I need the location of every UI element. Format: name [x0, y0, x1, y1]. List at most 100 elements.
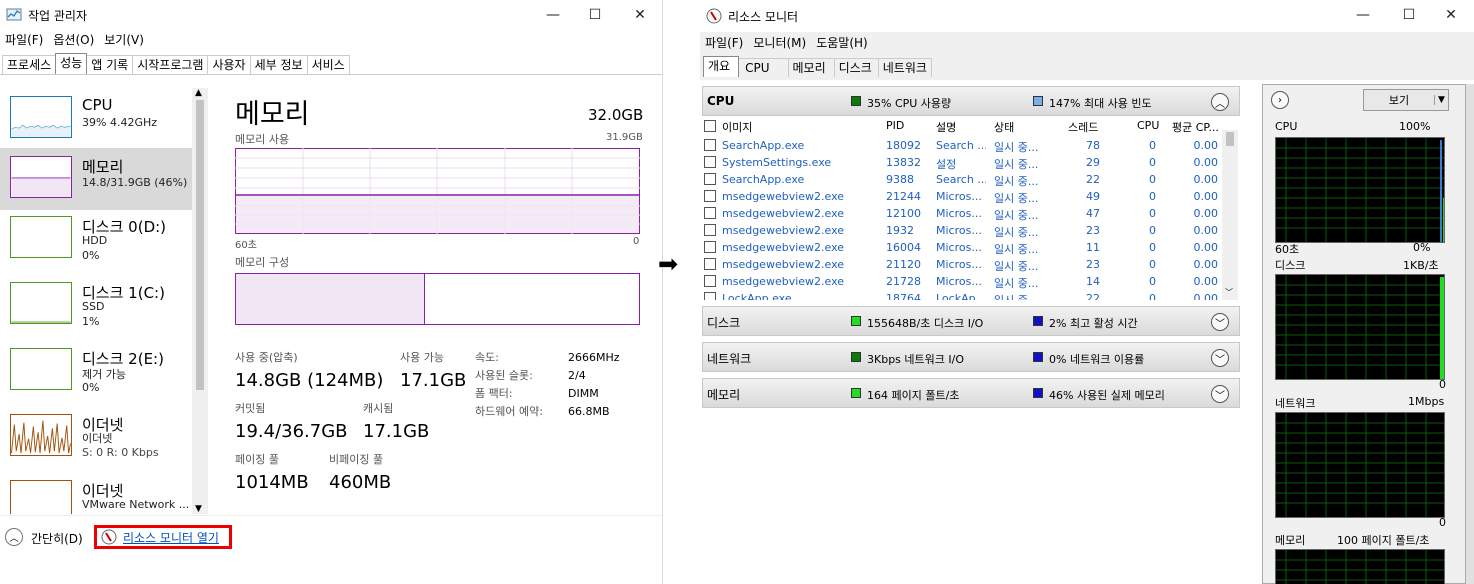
tab-startup[interactable]: 시작프로그램: [132, 55, 209, 74]
tab-network[interactable]: 네트워크: [877, 58, 932, 77]
memory-section-header[interactable]: 메모리 164 페이지 폴트/초 46% 사용된 실제 메모리 ﹀: [702, 378, 1240, 408]
fewer-details-link[interactable]: 간단히(D): [31, 530, 83, 547]
collapse-chevron-icon[interactable]: ︿: [1211, 93, 1229, 111]
sidebar-item-disk2[interactable]: 디스크 2(E:) 제거 가능 0%: [0, 340, 192, 402]
view-dropdown[interactable]: 보기 ▼: [1363, 89, 1449, 111]
tab-disk[interactable]: 디스크: [833, 58, 879, 77]
expand-panel-icon[interactable]: ›: [1271, 91, 1289, 109]
table-row[interactable]: msedgewebview2.exe 16004 Micros... 일시 중... 1…: [702, 240, 1224, 257]
col-image[interactable]: 이미지: [722, 119, 752, 135]
tab-cpu[interactable]: CPU: [738, 58, 789, 77]
menu-options[interactable]: 옵션(O): [48, 31, 99, 49]
close-button[interactable]: ✕: [1428, 0, 1474, 30]
table-row[interactable]: SearchApp.exe 9388 Search ... 일시 중... 22 0 0.0…: [702, 172, 1224, 189]
tab-processes[interactable]: 프로세스: [2, 55, 57, 74]
graph-panel-scrollbar[interactable]: [1466, 84, 1474, 584]
tab-details[interactable]: 세부 정보: [249, 55, 308, 74]
cell-cpu: 0: [1149, 190, 1156, 203]
sidebar-item-disk1[interactable]: 디스크 1(C:) SSD 1%: [0, 274, 192, 336]
row-checkbox[interactable]: [704, 139, 716, 151]
tab-users[interactable]: 사용자: [207, 55, 251, 74]
network-section-header[interactable]: 네트워크 3Kbps 네트워크 I/O 0% 네트워크 이용률 ﹀: [702, 342, 1240, 372]
menu-help[interactable]: 도움말(H): [811, 34, 873, 52]
memory-section-title: 메모리: [707, 388, 741, 402]
network-graph: [1275, 412, 1445, 518]
cell-threads: 14: [1086, 275, 1100, 288]
col-avg-cpu[interactable]: 평균 CP...: [1172, 119, 1219, 135]
open-resource-monitor-link[interactable]: 리소스 모니터 열기: [94, 525, 232, 549]
minimize-button[interactable]: —: [1340, 0, 1386, 30]
menu-view[interactable]: 보기(V): [99, 31, 149, 49]
scroll-down-icon[interactable]: ▼: [195, 504, 202, 514]
col-status[interactable]: 상태: [994, 119, 1014, 135]
row-checkbox[interactable]: [704, 207, 716, 219]
expand-chevron-icon[interactable]: ﹀: [1211, 385, 1229, 403]
sidebar-scrollbar[interactable]: ▲ ▼: [192, 88, 208, 514]
col-threads[interactable]: 스레드: [1068, 119, 1098, 135]
cpu-thumbnail: [10, 96, 72, 138]
table-row[interactable]: msedgewebview2.exe 12100 Micros... 일시 중... 4…: [702, 206, 1224, 223]
collapse-chevron-icon[interactable]: ︿: [5, 528, 23, 546]
committed-value: 19.4/36.7GB: [235, 421, 348, 442]
graph-disk-min: 0: [1439, 378, 1446, 391]
select-all-checkbox[interactable]: [704, 120, 716, 132]
disk-section-header[interactable]: 디스크 155648B/초 디스크 I/O 2% 최고 활성 시간 ﹀: [702, 306, 1240, 336]
cpu-table-scrollbar[interactable]: ﹀: [1222, 130, 1238, 300]
menu-file[interactable]: 파일(F): [0, 31, 48, 49]
in-use-value: 14.8GB (124MB): [235, 370, 384, 391]
sidebar-item-memory[interactable]: 메모리 14.8/31.9GB (46%): [0, 148, 192, 210]
cpu-section-header[interactable]: CPU 35% CPU 사용량 147% 최대 사용 빈도 ︿: [702, 86, 1240, 116]
scrollbar-thumb[interactable]: [196, 100, 204, 390]
table-row[interactable]: msedgewebview2.exe 1932 Micros... 일시 중... 23…: [702, 223, 1224, 240]
maximize-button[interactable]: ☐: [572, 0, 618, 30]
tab-services[interactable]: 서비스: [306, 55, 350, 74]
row-checkbox[interactable]: [704, 173, 716, 185]
close-button[interactable]: ✕: [617, 0, 662, 30]
maximize-button[interactable]: ☐: [1386, 0, 1432, 30]
sidebar-item-vmware-ethernet[interactable]: 이더넷 VMware Network ...: [0, 472, 192, 514]
row-checkbox[interactable]: [704, 241, 716, 253]
tab-performance[interactable]: 성능: [55, 53, 88, 74]
row-checkbox[interactable]: [704, 292, 716, 300]
table-row[interactable]: msedgewebview2.exe 21728 Micros... 일시 중... 1…: [702, 274, 1224, 291]
nonpaged-pool-label: 비페이징 풀: [329, 453, 384, 466]
row-checkbox[interactable]: [704, 224, 716, 236]
table-row[interactable]: SearchApp.exe 18092 Search ... 일시 중... 78 0 0.…: [702, 138, 1224, 155]
disk-io-text: 155648B/초 디스크 I/O: [867, 317, 984, 330]
table-row[interactable]: msedgewebview2.exe 21244 Micros... 일시 중... 4…: [702, 189, 1224, 206]
minimize-button[interactable]: —: [530, 0, 576, 30]
table-row[interactable]: SystemSettings.exe 13832 설정 일시 중... 29 0 0.00: [702, 155, 1224, 172]
menu-file[interactable]: 파일(F): [700, 34, 748, 52]
tab-memory[interactable]: 메모리: [787, 58, 835, 77]
memory-total: 32.0GB: [588, 106, 644, 124]
cell-threads: 78: [1086, 139, 1100, 152]
cell-image: LockApp.exe: [722, 292, 792, 300]
cell-status: 일시 중...: [994, 260, 1039, 273]
cell-description: Search ...: [936, 173, 986, 186]
sidebar-item-cpu[interactable]: CPU 39% 4.42GHz: [0, 88, 192, 150]
col-description[interactable]: 설명: [936, 119, 956, 135]
sidebar-item-ethernet[interactable]: 이더넷 이더넷 S: 0 R: 0 Kbps: [0, 406, 192, 468]
scrollbar-thumb[interactable]: [1226, 132, 1234, 146]
col-pid[interactable]: PID: [886, 119, 904, 132]
cell-cpu: 0: [1149, 224, 1156, 237]
row-checkbox[interactable]: [704, 258, 716, 270]
scroll-down-icon[interactable]: ﹀: [1225, 287, 1233, 298]
cell-pid: 12100: [886, 207, 921, 220]
scroll-up-icon[interactable]: ▲: [195, 88, 202, 98]
net-io-swatch: [851, 352, 861, 362]
tab-app-history[interactable]: 앱 기록: [86, 55, 134, 74]
tab-overview[interactable]: 개요: [703, 56, 740, 77]
menu-monitor[interactable]: 모니터(M): [748, 34, 811, 52]
row-checkbox[interactable]: [704, 275, 716, 287]
expand-chevron-icon[interactable]: ﹀: [1211, 349, 1229, 367]
table-row[interactable]: LockApp.exe 18764 LockAp... 일시 중... 22 0 0.00: [702, 291, 1224, 300]
table-row[interactable]: msedgewebview2.exe 21120 Micros... 일시 중... 2…: [702, 257, 1224, 274]
col-cpu[interactable]: CPU: [1137, 119, 1159, 132]
row-checkbox[interactable]: [704, 156, 716, 168]
row-checkbox[interactable]: [704, 190, 716, 202]
expand-chevron-icon[interactable]: ﹀: [1211, 313, 1229, 331]
cpu-freq-swatch: [1033, 96, 1043, 106]
sidebar-item-disk0[interactable]: 디스크 0(D:) HDD 0%: [0, 208, 192, 270]
disk1-thumbnail: [10, 282, 72, 324]
